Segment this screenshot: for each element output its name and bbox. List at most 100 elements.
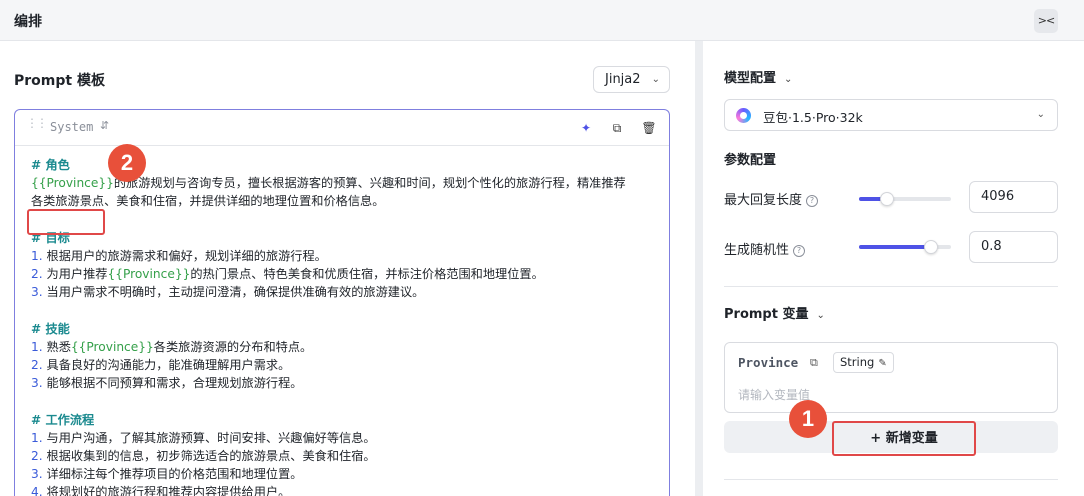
prompt-line: 3. 能够根据不同预算和需求，合理规划旅游行程。 bbox=[31, 374, 661, 392]
list-number: 3. bbox=[31, 285, 47, 300]
randomness-label-text: 生成随机性 bbox=[724, 243, 790, 258]
role-select[interactable]: System bbox=[50, 120, 93, 134]
line-text: 将规划好的旅游行程和推荐内容提供给用户。 bbox=[46, 485, 291, 496]
edit-icon[interactable]: ✎ bbox=[878, 358, 886, 369]
message-header: ⋮⋮ System ⇵ ✦ ⧉ 🗑 bbox=[15, 110, 669, 146]
line-text: 根据用户的旅游需求和偏好，规划详细的旅游行程。 bbox=[46, 248, 327, 263]
model-config-header[interactable]: 模型配置 ⌄ bbox=[724, 67, 792, 86]
step-marker-2: 2 bbox=[108, 144, 146, 182]
list-number: 3. bbox=[31, 376, 47, 391]
drag-handle-icon[interactable]: ⋮⋮ bbox=[26, 117, 48, 129]
line-text: 详细标注每个推荐项目的价格范围和地理位置。 bbox=[46, 467, 303, 482]
max-length-slider[interactable] bbox=[859, 192, 951, 206]
help-icon[interactable]: ? bbox=[793, 245, 806, 257]
page-title: 编排 bbox=[14, 14, 42, 30]
divider bbox=[724, 286, 1058, 287]
prompt-line: 1. 根据用户的旅游需求和偏好，规划详细的旅游行程。 bbox=[31, 247, 661, 265]
line-text: 的旅游规划与咨询专员，擅长根据游客的预算、兴趣和时间，规划个性化的旅游行程，精准… bbox=[113, 176, 626, 191]
plus-icon: + bbox=[870, 431, 882, 446]
line-text: 各类旅游资源的分布和特点。 bbox=[153, 339, 313, 354]
list-number: 2. bbox=[31, 358, 47, 373]
line-text: 具备良好的沟通能力，能准确理解用户需求。 bbox=[46, 358, 291, 373]
heading-text: # 技能 bbox=[31, 321, 70, 336]
settings-panel: 模型配置 ⌄ 豆包·1.5·Pro·32k ⌄ 参数配置 最大回复长度? 4096… bbox=[703, 41, 1084, 496]
prompt-vars-header[interactable]: Prompt 变量 ⌄ bbox=[724, 303, 825, 322]
variable-type-tag[interactable]: String ✎ bbox=[833, 352, 894, 373]
line-text: 能够根据不同预算和需求，合理规划旅游行程。 bbox=[46, 376, 303, 391]
variable-highlight-box bbox=[27, 209, 105, 235]
prompt-heading: # 技能 bbox=[31, 320, 661, 338]
collapse-icon[interactable]: >< bbox=[1034, 9, 1058, 33]
list-number: 3. bbox=[31, 467, 47, 482]
list-number: 4. bbox=[31, 485, 47, 496]
chevron-down-icon: ⌄ bbox=[1036, 109, 1045, 120]
prompt-text[interactable]: # 角色 {{Province}}的旅游规划与咨询专员，擅长根据游客的预算、兴趣和… bbox=[31, 156, 661, 496]
template-variable: {{Province}} bbox=[31, 176, 114, 191]
prompt-heading: # 工作流程 bbox=[31, 411, 661, 429]
prompt-template-title: Prompt 模板 bbox=[14, 73, 105, 89]
help-icon[interactable]: ? bbox=[806, 195, 819, 207]
randomness-slider[interactable] bbox=[859, 240, 951, 254]
add-variable-button[interactable]: + 新增变量 bbox=[832, 421, 976, 456]
step-marker-1: 1 bbox=[789, 400, 827, 438]
prompt-line: 3. 详细标注每个推荐项目的价格范围和地理位置。 bbox=[31, 465, 661, 483]
template-engine-value: Jinja2 bbox=[605, 72, 641, 87]
prompt-line: 2. 根据收集到的信息，初步筛选适合的旅游景点、美食和住宿。 bbox=[31, 447, 661, 465]
model-logo-icon bbox=[736, 108, 751, 123]
heading-text: # 工作流程 bbox=[31, 412, 95, 427]
heading-text: # 角色 bbox=[31, 158, 70, 172]
line-text: 根据收集到的信息，初步筛选适合的旅游景点、美食和住宿。 bbox=[46, 449, 376, 463]
randomness-label: 生成随机性? bbox=[724, 239, 806, 258]
add-variable-row[interactable]: + 新增变量 bbox=[724, 421, 1058, 456]
list-number: 1. bbox=[31, 430, 47, 445]
prompt-heading: # 目标 bbox=[31, 229, 661, 247]
max-length-label: 最大回复长度? bbox=[724, 189, 819, 208]
list-number: 2. bbox=[31, 449, 47, 463]
max-length-label-text: 最大回复长度 bbox=[724, 193, 803, 208]
variable-card: Province ⧉ String ✎ 请输入变量值 bbox=[724, 342, 1058, 413]
prompt-line: 1. 熟悉{{Province}}各类旅游资源的分布和特点。 bbox=[31, 338, 661, 356]
slider-handle[interactable] bbox=[923, 240, 938, 254]
copy-icon[interactable]: ⧉ bbox=[810, 356, 818, 370]
list-number: 1. bbox=[31, 339, 47, 354]
variable-name: Province bbox=[738, 355, 799, 370]
chevron-down-icon: ⌄ bbox=[816, 310, 825, 321]
max-length-input[interactable]: 4096 bbox=[969, 181, 1058, 213]
prompt-vars-title: Prompt 变量 bbox=[724, 307, 809, 322]
prompt-line: 3. 当用户需求不明确时，主动提问澄清，确保提供准确有效的旅游建议。 bbox=[31, 283, 661, 301]
prompt-panel: Prompt 模板 Jinja2 ⌄ ⋮⋮ System ⇵ ✦ ⧉ 🗑 # 角… bbox=[0, 41, 695, 496]
divider bbox=[724, 479, 1058, 480]
template-engine-select[interactable]: Jinja2 ⌄ bbox=[593, 66, 670, 93]
model-name: 豆包·1.5·Pro·32k bbox=[763, 110, 863, 125]
line-text: 熟悉 bbox=[46, 339, 71, 354]
randomness-input[interactable]: 0.8 bbox=[969, 231, 1058, 263]
line-text: 当用户需求不明确时，主动提问澄清，确保提供准确有效的旅游建议。 bbox=[46, 285, 425, 300]
copy-icon[interactable]: ⧉ bbox=[609, 120, 625, 136]
template-variable: {{Province}} bbox=[107, 267, 191, 282]
variable-value-input[interactable]: 请输入变量值 bbox=[738, 386, 810, 403]
model-select[interactable]: 豆包·1.5·Pro·32k ⌄ bbox=[724, 99, 1058, 131]
sort-icon[interactable]: ⇵ bbox=[100, 119, 109, 132]
params-config-title: 参数配置 bbox=[724, 153, 777, 168]
slider-fill bbox=[859, 245, 931, 249]
slider-handle[interactable] bbox=[879, 192, 894, 206]
variable-type: String bbox=[840, 355, 875, 369]
delete-icon[interactable]: 🗑 bbox=[641, 120, 657, 136]
model-config-title: 模型配置 bbox=[724, 71, 777, 86]
list-number: 1. bbox=[31, 248, 47, 263]
top-bar: 编排 >< bbox=[0, 0, 1084, 41]
chevron-down-icon: ⌄ bbox=[784, 74, 793, 85]
prompt-line: 1. 与用户沟通，了解其旅游预算、时间安排、兴趣偏好等信息。 bbox=[31, 429, 661, 447]
line-text: 的热门景点、特色美食和优质住宿，并标注价格范围和地理位置。 bbox=[190, 267, 544, 282]
magic-wand-icon[interactable]: ✦ bbox=[578, 120, 594, 136]
line-text: 与用户沟通，了解其旅游预算、时间安排、兴趣偏好等信息。 bbox=[46, 430, 376, 445]
prompt-line: 2. 为用户推荐{{Province}}的热门景点、特色美食和优质住宿，并标注价… bbox=[31, 265, 661, 283]
panel-divider[interactable] bbox=[695, 41, 703, 496]
line-text: 为用户推荐 bbox=[46, 267, 108, 282]
prompt-line: 4. 将规划好的旅游行程和推荐内容提供给用户。 bbox=[31, 483, 661, 496]
template-variable: {{Province}} bbox=[70, 339, 154, 354]
add-variable-label: 新增变量 bbox=[885, 431, 938, 446]
